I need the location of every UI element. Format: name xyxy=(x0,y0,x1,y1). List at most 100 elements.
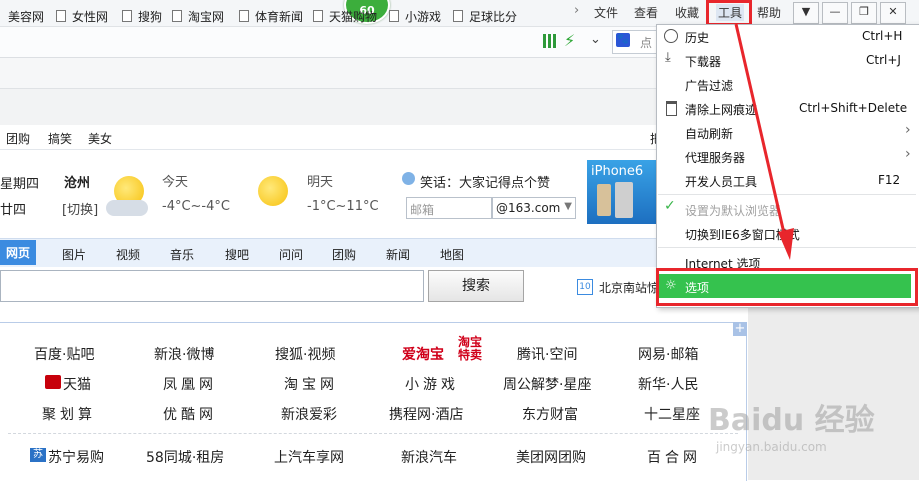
site-link[interactable]: 携程网·酒店 xyxy=(389,404,463,424)
shortcut-dev-tools: F12 xyxy=(878,173,901,187)
clock-icon xyxy=(664,29,678,43)
bookmark-item[interactable]: 淘宝网 xyxy=(172,8,224,25)
mail-input[interactable]: 邮箱 xyxy=(406,197,492,219)
site-link[interactable]: 百度·贴吧 xyxy=(34,344,94,364)
site-link[interactable]: 百合网 xyxy=(647,447,701,467)
menu-view[interactable]: 查看 xyxy=(634,4,658,21)
mail-domain-select[interactable]: @163.com ▼ xyxy=(492,197,576,219)
page-icon xyxy=(122,10,132,22)
site-link[interactable]: 58同城·租房 xyxy=(146,447,224,467)
site-link[interactable]: 小游戏 xyxy=(405,374,459,394)
tmall-icon xyxy=(45,375,61,389)
site-link[interactable]: 新浪·微博 xyxy=(154,344,214,364)
bookmark-item[interactable]: 美容网 xyxy=(8,8,44,25)
chevron-right-icon: › xyxy=(905,122,911,138)
site-link[interactable]: 上汽车享网 xyxy=(274,447,344,467)
category-link[interactable]: 团购 xyxy=(6,130,30,147)
site-link[interactable]: 腾讯·空间 xyxy=(517,344,577,364)
site-link[interactable]: 苏宁易购 xyxy=(48,447,104,467)
menu-help[interactable]: 帮助 xyxy=(757,4,781,21)
bookmark-item[interactable]: 天猫购物 xyxy=(313,8,377,25)
tab-images[interactable]: 图片 xyxy=(62,246,86,263)
today-label: 今天 xyxy=(162,175,189,190)
site-link[interactable]: 新华·人民 xyxy=(638,374,698,394)
minimize-button[interactable]: — xyxy=(822,2,848,24)
page-icon xyxy=(313,10,323,22)
grid-divider xyxy=(8,433,738,434)
site-link[interactable]: 搜狐·视频 xyxy=(275,344,335,364)
tab-news[interactable]: 新闻 xyxy=(386,246,410,263)
tab-souba[interactable]: 搜吧 xyxy=(225,246,249,263)
shirt-icon: ▼ xyxy=(801,5,811,18)
dropdown-arrow-icon: ▼ xyxy=(564,201,572,212)
site-link[interactable]: 新浪爱彩 xyxy=(281,404,337,424)
iphone-ad-banner[interactable]: iPhone6 xyxy=(587,160,661,224)
close-icon: ✕ xyxy=(888,5,898,18)
joke-link[interactable]: 笑话：大家记得点个赞 xyxy=(420,172,550,191)
tomorrow-label: 明天 xyxy=(307,175,334,190)
bookmark-item[interactable]: 足球比分 xyxy=(453,8,517,25)
page-icon xyxy=(239,10,249,22)
page-icon xyxy=(172,10,182,22)
tab-web[interactable]: 网页 xyxy=(0,240,37,265)
menu-item-ad-filter[interactable]: 广告过滤 xyxy=(685,77,733,94)
site-link[interactable]: 美团网团购 xyxy=(516,447,586,467)
category-link[interactable]: 搞笑 xyxy=(48,130,72,147)
checkmark-icon: ✓ xyxy=(664,198,676,214)
search-tabs-bar xyxy=(0,238,748,267)
tab-tuangou[interactable]: 团购 xyxy=(332,246,356,263)
city-name[interactable]: 沧州 xyxy=(64,172,90,191)
today-temp: -4°C~-4°C xyxy=(162,199,230,214)
site-link[interactable]: 优酷网 xyxy=(163,404,217,424)
menu-file[interactable]: 文件 xyxy=(594,4,618,21)
chevron-down-icon[interactable]: ⌄ xyxy=(590,32,601,47)
bookmark-item[interactable]: 体育新闻 xyxy=(239,8,303,25)
maximize-button[interactable]: ❐ xyxy=(851,2,877,24)
tab-wenwen[interactable]: 问问 xyxy=(279,246,303,263)
site-link[interactable]: 凤凰网 xyxy=(163,374,217,394)
qr-code-icon[interactable] xyxy=(543,34,557,48)
site-links-grid xyxy=(0,322,747,481)
site-link[interactable]: 十二星座 xyxy=(644,404,700,424)
news-ticker-link[interactable]: 北京南站惊 xyxy=(599,279,659,296)
city-switch-link[interactable]: [切换] xyxy=(62,199,98,218)
download-icon: ⤓ xyxy=(665,50,671,65)
site-link[interactable]: 淘宝网 xyxy=(284,374,338,394)
baidu-watermark-url: jingyan.baidu.com xyxy=(716,440,827,454)
suning-icon: 苏 xyxy=(30,448,46,462)
close-button[interactable]: ✕ xyxy=(880,2,906,24)
search-input[interactable] xyxy=(0,270,424,302)
site-link[interactable]: 天猫 xyxy=(63,374,91,394)
site-link[interactable]: 东方财富 xyxy=(522,404,578,424)
menu-favorites[interactable]: 收藏 xyxy=(675,4,699,21)
minimize-icon: — xyxy=(829,5,841,18)
site-link[interactable]: 新浪汽车 xyxy=(401,447,457,467)
shortcut-history: Ctrl+H xyxy=(862,29,903,43)
bookmark-item[interactable]: 小游戏 xyxy=(389,8,441,25)
add-icon[interactable]: + xyxy=(733,322,747,336)
tab-music[interactable]: 音乐 xyxy=(170,246,194,263)
smiley-icon xyxy=(402,172,415,185)
category-link[interactable]: 美女 xyxy=(88,130,112,147)
tab-map[interactable]: 地图 xyxy=(440,246,464,263)
menu-item-downloader[interactable]: 下载器 xyxy=(685,53,721,70)
phone-image xyxy=(597,184,611,216)
site-link[interactable]: 周公解梦·星座 xyxy=(503,374,591,394)
annotation-box-options xyxy=(656,268,918,306)
menu-item-history[interactable]: 历史 xyxy=(685,29,709,46)
lightning-icon[interactable]: ⚡ xyxy=(564,31,575,50)
shortcut-downloader: Ctrl+J xyxy=(866,53,901,67)
category-strip xyxy=(0,125,748,150)
site-link[interactable]: 网易·邮箱 xyxy=(638,344,698,364)
page-icon xyxy=(389,10,399,22)
chevron-right-icon[interactable]: › xyxy=(574,3,579,18)
menu-item-auto-refresh[interactable]: 自动刷新 xyxy=(685,125,733,142)
bookmark-item[interactable]: 女性网 xyxy=(56,8,108,25)
site-link[interactable]: 聚划算 xyxy=(42,404,96,424)
site-link[interactable]: 爱淘宝 xyxy=(402,344,444,364)
lunar-date: 廿四 xyxy=(0,203,27,218)
search-engine-hint: 点 xyxy=(640,36,653,50)
tab-video[interactable]: 视频 xyxy=(116,246,140,263)
search-button[interactable]: 搜索 xyxy=(428,270,524,302)
bookmark-item[interactable]: 搜狗 xyxy=(122,8,162,25)
